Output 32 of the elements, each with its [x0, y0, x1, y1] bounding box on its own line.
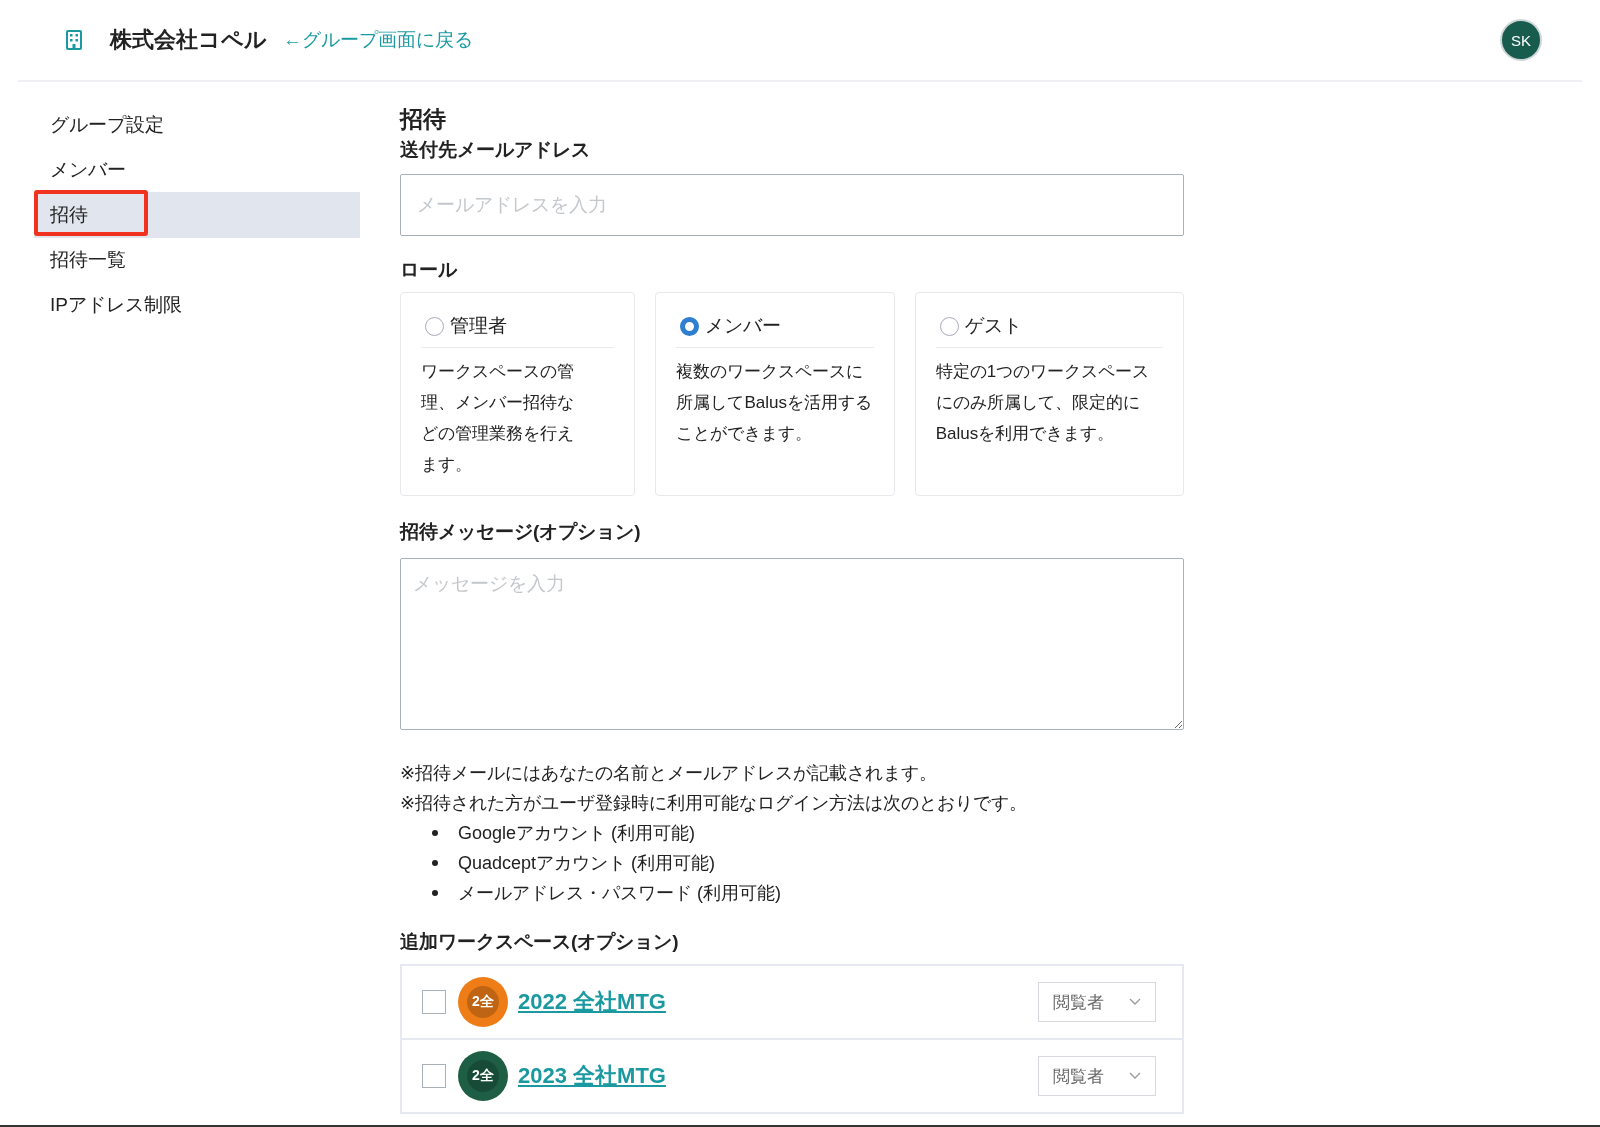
role-description: ワークスペースの管理、メンバー招待などの管理業務を行えます。 [421, 361, 575, 476]
field-label: ロール [400, 258, 458, 282]
role-name: 管理者 [450, 314, 507, 338]
note-text: ※招待された方がユーザ登録時に利用可能なログイン方法は次のとおりです。 [400, 792, 1029, 815]
field-label: 追加ワークスペース(オプション) [400, 930, 680, 954]
role-description: 特定の1つのワークスペースにのみ所属して、限定的にBalusを利用できます。 [935, 361, 1151, 445]
role-card[interactable]: 管理者 ワークスペースの管理、メンバー招待などの管理業務を行えます。 [400, 292, 636, 496]
user-avatar[interactable]: SK [1500, 19, 1542, 61]
sidebar-item[interactable]: メンバー [34, 147, 360, 193]
role-description: 複数のワークスペースに所属してBalusを活用することができます。 [676, 361, 873, 445]
email-input-field[interactable]: メールアドレスを入力 [400, 174, 1184, 236]
note-text: ※招待メールにはあなたの名前とメールアドレスが記載されます。 [400, 762, 939, 785]
sidebar-item[interactable]: 招待 [34, 192, 360, 238]
role-select[interactable]: 閲覧者 [1038, 982, 1156, 1022]
page-title: 招待 [400, 105, 447, 134]
role-select[interactable]: 閲覧者 [1038, 1056, 1156, 1096]
role-name: メンバー [705, 314, 782, 338]
organization-name: 株式会社コペル [110, 26, 267, 54]
login-method-text: Googleアカウント (利用可能) [458, 822, 696, 845]
workspace-avatar: 2全 [458, 977, 508, 1027]
workspace-avatar: 2全 [458, 1051, 508, 1101]
message-input-field[interactable]: メッセージを入力 [400, 558, 1184, 730]
login-method-text: メールアドレス・パスワード (利用可能) [458, 882, 781, 905]
field-label: 送付先メールアドレス [400, 138, 591, 162]
sidebar-item[interactable]: グループ設定 [34, 102, 360, 148]
login-method-text: Quadceptアカウント (利用可能) [458, 852, 716, 875]
sidebar-item[interactable]: IPアドレス制限 [34, 282, 360, 328]
role-card[interactable]: メンバー 複数のワークスペースに所属してBalusを活用することができます。 [655, 292, 895, 496]
sidebar-item[interactable]: 招待一覧 [34, 237, 360, 283]
field-label: 招待メッセージ(オプション) [400, 520, 642, 544]
role-card[interactable]: ゲスト 特定の1つのワークスペースにのみ所属して、限定的にBalusを利用できます。 [914, 292, 1184, 496]
role-name: ゲスト [964, 314, 1022, 338]
